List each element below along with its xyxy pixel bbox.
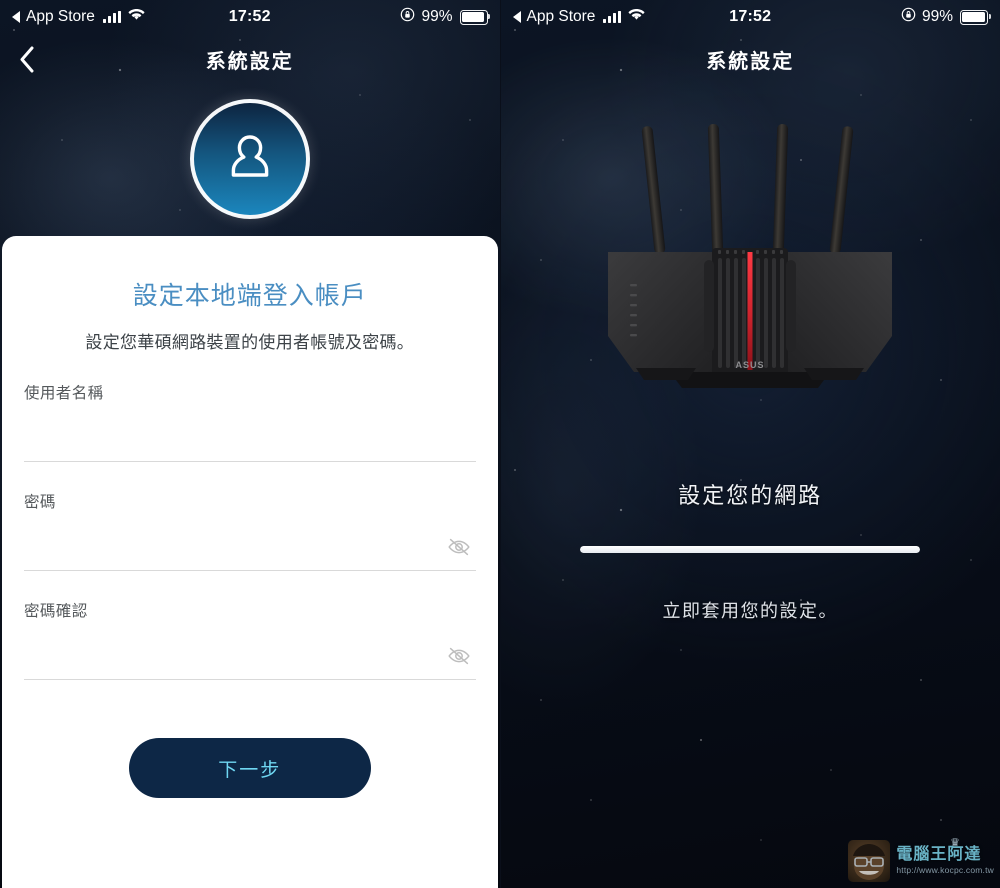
status-back-app-label[interactable]: App Store: [26, 8, 95, 26]
crown-icon: ♛: [950, 837, 960, 849]
username-input[interactable]: [24, 403, 476, 433]
wifi-icon: [128, 8, 145, 26]
status-clock-right: 17:52: [729, 8, 772, 25]
setup-progress-bar: [580, 546, 921, 553]
field-password: 密碼: [24, 488, 476, 571]
local-account-card: 設定本地端登入帳戶 設定您華碩網路裝置的使用者帳號及密碼。 使用者名稱 密碼 密…: [2, 236, 498, 888]
username-label: 使用者名稱: [24, 385, 104, 402]
nav-bar-left: 系統設定: [0, 34, 500, 84]
avatar-face-icon: [848, 840, 891, 882]
field-confirm-password: 密碼確認: [24, 597, 476, 680]
watermark-url: http://www.kocpc.com.tw: [896, 865, 994, 876]
status-back-app-label-right[interactable]: App Store: [527, 8, 596, 26]
avatar-container: [0, 84, 500, 234]
setup-status-title: 設定您的網路: [678, 483, 823, 508]
left-screen-panel: App Store 17:52 99% 系統設定 設定本地端登入帳戶 設定您華碩…: [0, 0, 500, 888]
right-screen-panel: App Store 17:52 99% 系統設定 ASUS 設定您的網路 立即套…: [499, 0, 1000, 888]
setup-status-subtitle: 立即套用您的設定。: [662, 601, 838, 621]
triangle-left-icon[interactable]: [12, 11, 20, 23]
back-button[interactable]: [10, 42, 44, 76]
card-title: 設定本地端登入帳戶: [132, 282, 367, 310]
cellular-bars-icon: [102, 11, 121, 23]
nav-bar-right: 系統設定: [501, 34, 1000, 84]
battery-icon-right: [960, 9, 991, 25]
confirm-password-input[interactable]: [24, 621, 476, 651]
next-button[interactable]: 下一步: [128, 738, 371, 798]
watermark-site-name: 電腦王阿達: [896, 846, 982, 864]
card-subtitle: 設定您華碩網路裝置的使用者帳號及密碼。: [85, 333, 415, 352]
rotation-lock-icon-right: [901, 7, 916, 27]
status-bar-right: App Store 17:52 99%: [501, 0, 1000, 34]
battery-icon: [459, 9, 491, 25]
eye-off-icon-confirm[interactable]: [444, 643, 474, 669]
eye-off-icon[interactable]: [444, 534, 474, 560]
router-red-stripe: [747, 252, 753, 370]
page-title: 系統設定: [205, 50, 294, 73]
site-watermark: ♛ 電腦王阿達 http://www.kocpc.com.tw: [848, 838, 994, 882]
setup-progress-fill: [580, 546, 921, 553]
confirm-password-label: 密碼確認: [24, 603, 88, 620]
status-bar-right-group: 99%: [271, 7, 491, 27]
status-bar-left-group: App Store: [12, 8, 229, 26]
status-bar-left: App Store 17:52 99%: [0, 0, 500, 34]
user-avatar-icon: [218, 125, 282, 194]
router-antennas: [642, 124, 854, 254]
status-bar-right-group-right: 99%: [771, 7, 991, 27]
status-bar-left-group-right: App Store: [512, 8, 730, 26]
wifi-icon-right: [628, 8, 646, 26]
status-clock: 17:52: [228, 8, 271, 25]
battery-percent-label: 99%: [421, 8, 453, 25]
field-username: 使用者名稱: [24, 379, 476, 462]
password-label: 密碼: [24, 494, 56, 511]
password-input[interactable]: [24, 512, 476, 542]
rotation-lock-icon: [400, 7, 415, 27]
router-stage: ASUS: [501, 100, 1000, 460]
battery-percent-label-right: 99%: [921, 8, 954, 25]
asus-router-illustration: ASUS: [600, 100, 900, 400]
watermark-text-block: ♛ 電腦王阿達 http://www.kocpc.com.tw: [896, 838, 994, 876]
screenshot-root: App Store 17:52 99% 系統設定 設定本地端登入帳戶 設定您華碩…: [0, 0, 1000, 888]
page-title-right: 系統設定: [706, 50, 795, 73]
triangle-left-icon-right[interactable]: [512, 11, 521, 23]
asus-brand-logo: ASUS: [736, 360, 765, 370]
cellular-bars-icon-right: [603, 11, 622, 23]
avatar: [189, 99, 310, 219]
